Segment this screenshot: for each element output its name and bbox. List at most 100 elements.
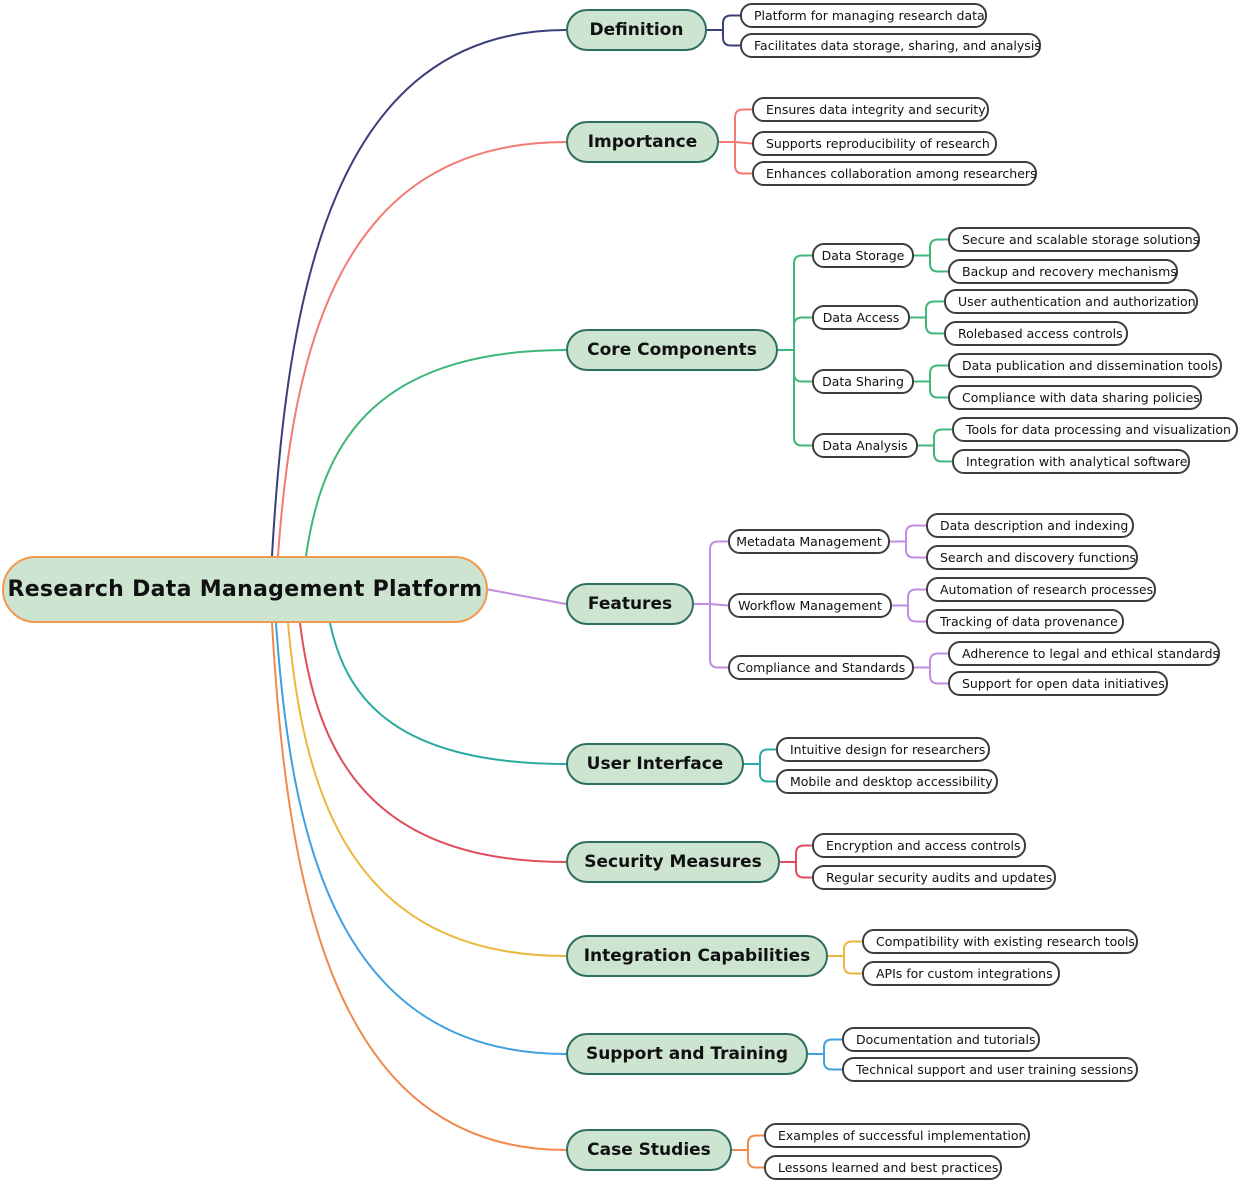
leaf-node[interactable]: Support for open data initiatives xyxy=(948,671,1168,696)
connector-line xyxy=(925,300,944,318)
leaf-label: Adherence to legal and ethical standards xyxy=(962,646,1220,661)
sub-label: Data Storage xyxy=(821,248,905,263)
root-connector xyxy=(329,622,567,765)
leaf-label: Encryption and access controls xyxy=(826,838,1021,853)
connector-line xyxy=(843,956,862,975)
branch-label: Integration Capabilities xyxy=(583,946,811,966)
sub-node-metadata-management[interactable]: Metadata Management xyxy=(728,529,890,554)
leaf-label: Support for open data initiatives xyxy=(962,676,1165,691)
connector-line xyxy=(759,764,776,783)
leaf-label: Supports reproducibility of research xyxy=(766,136,990,151)
leaf-node[interactable]: Adherence to legal and ethical standards xyxy=(948,641,1220,666)
leaf-label: Backup and recovery mechanisms xyxy=(962,264,1177,279)
branch-importance[interactable]: Importance xyxy=(566,121,719,163)
leaf-node[interactable]: Ensures data integrity and security xyxy=(752,97,989,122)
sub-node-data-sharing[interactable]: Data Sharing xyxy=(812,369,914,394)
connector-line xyxy=(823,1054,842,1071)
leaf-label: Secure and scalable storage solutions xyxy=(962,232,1200,247)
root-node[interactable]: Research Data Management Platform xyxy=(2,556,488,623)
branch-features[interactable]: Features xyxy=(566,583,694,625)
leaf-label: APIs for custom integrations xyxy=(876,966,1053,981)
branch-label: Features xyxy=(587,594,673,614)
connector-line xyxy=(734,141,753,145)
sub-label: Data Sharing xyxy=(822,374,904,389)
connector-line xyxy=(747,1150,764,1169)
leaf-label: Automation of research processes xyxy=(940,582,1154,597)
leaf-node[interactable]: Examples of successful implementation xyxy=(764,1123,1030,1148)
leaf-label: Tracking of data provenance xyxy=(940,614,1118,629)
sub-label: Data Access xyxy=(822,310,900,325)
connector-line xyxy=(709,540,728,604)
leaf-node[interactable]: Integration with analytical software xyxy=(952,449,1190,474)
leaf-label: Technical support and user training sess… xyxy=(856,1062,1134,1077)
leaf-node[interactable]: Documentation and tutorials xyxy=(842,1027,1040,1052)
leaf-node[interactable]: Data publication and dissemination tools xyxy=(948,353,1222,378)
branch-core-components[interactable]: Core Components xyxy=(566,329,778,371)
leaf-node[interactable]: Tracking of data provenance xyxy=(926,609,1124,634)
connector-line xyxy=(823,1038,842,1054)
sub-node-compliance-and-standards[interactable]: Compliance and Standards xyxy=(728,655,914,680)
leaf-node[interactable]: Compatibility with existing research too… xyxy=(862,929,1138,954)
connector-line xyxy=(793,316,812,350)
connector-line xyxy=(734,108,752,142)
leaf-node[interactable]: Platform for managing research data xyxy=(740,3,987,28)
sub-node-data-storage[interactable]: Data Storage xyxy=(812,243,914,268)
connector-line xyxy=(929,238,948,256)
leaf-node[interactable]: User authentication and authorization xyxy=(944,289,1198,314)
branch-label: Support and Training xyxy=(585,1044,789,1064)
leaf-node[interactable]: Intuitive design for researchers xyxy=(776,737,990,762)
connector-line xyxy=(734,142,752,175)
connector-line xyxy=(907,588,926,606)
leaf-label: Ensures data integrity and security xyxy=(766,102,986,117)
connector-line xyxy=(793,254,812,350)
root-connector xyxy=(275,622,567,1055)
connector-line xyxy=(929,652,948,668)
sub-label: Workflow Management xyxy=(738,598,882,613)
branch-case-studies[interactable]: Case Studies xyxy=(566,1129,732,1171)
leaf-label: Compliance with data sharing policies xyxy=(962,390,1200,405)
branch-label: User Interface xyxy=(586,754,724,774)
leaf-node[interactable]: Rolebased access controls xyxy=(944,321,1128,346)
leaf-node[interactable]: Backup and recovery mechanisms xyxy=(948,259,1178,284)
connector-line xyxy=(929,255,948,273)
sub-node-data-access[interactable]: Data Access xyxy=(812,305,910,330)
sub-node-workflow-management[interactable]: Workflow Management xyxy=(728,593,892,618)
branch-label: Case Studies xyxy=(587,1140,711,1160)
leaf-node[interactable]: Automation of research processes xyxy=(926,577,1156,602)
root-connector xyxy=(487,588,567,605)
connector-line xyxy=(747,1134,764,1150)
sub-node-data-analysis[interactable]: Data Analysis xyxy=(812,433,918,458)
leaf-node[interactable]: Secure and scalable storage solutions xyxy=(948,227,1200,252)
leaf-node[interactable]: Technical support and user training sess… xyxy=(842,1057,1138,1082)
leaf-label: Intuitive design for researchers xyxy=(790,742,986,757)
branch-label: Definition xyxy=(589,20,684,40)
leaf-node[interactable]: Enhances collaboration among researchers xyxy=(752,161,1037,186)
root-connector xyxy=(299,622,567,863)
connector-line xyxy=(905,541,926,559)
leaf-node[interactable]: Facilitates data storage, sharing, and a… xyxy=(740,33,1041,58)
leaf-node[interactable]: Mobile and desktop accessibility xyxy=(776,769,998,794)
leaf-label: Compatibility with existing research too… xyxy=(876,934,1135,949)
branch-label: Importance xyxy=(587,132,698,152)
branch-support-and-training[interactable]: Support and Training xyxy=(566,1033,808,1075)
branch-user-interface[interactable]: User Interface xyxy=(566,743,744,785)
connector-line xyxy=(793,350,812,383)
sub-label: Compliance and Standards xyxy=(736,660,906,675)
leaf-node[interactable]: Data description and indexing xyxy=(926,513,1134,538)
connector-line xyxy=(905,524,926,542)
branch-security-measures[interactable]: Security Measures xyxy=(566,841,780,883)
root-connector xyxy=(305,349,567,557)
leaf-node[interactable]: Encryption and access controls xyxy=(812,833,1026,858)
connector-line xyxy=(722,30,740,47)
leaf-label: Regular security audits and updates xyxy=(826,870,1053,885)
branch-integration-capabilities[interactable]: Integration Capabilities xyxy=(566,935,828,977)
leaf-node[interactable]: Supports reproducibility of research xyxy=(752,131,997,156)
leaf-node[interactable]: APIs for custom integrations xyxy=(862,961,1060,986)
leaf-node[interactable]: Tools for data processing and visualizat… xyxy=(952,417,1238,442)
branch-definition[interactable]: Definition xyxy=(566,9,707,51)
leaf-node[interactable]: Regular security audits and updates xyxy=(812,865,1056,890)
leaf-label: Platform for managing research data xyxy=(754,8,985,23)
leaf-node[interactable]: Lessons learned and best practices xyxy=(764,1155,1002,1180)
leaf-node[interactable]: Search and discovery functions xyxy=(926,545,1138,570)
leaf-node[interactable]: Compliance with data sharing policies xyxy=(948,385,1202,410)
